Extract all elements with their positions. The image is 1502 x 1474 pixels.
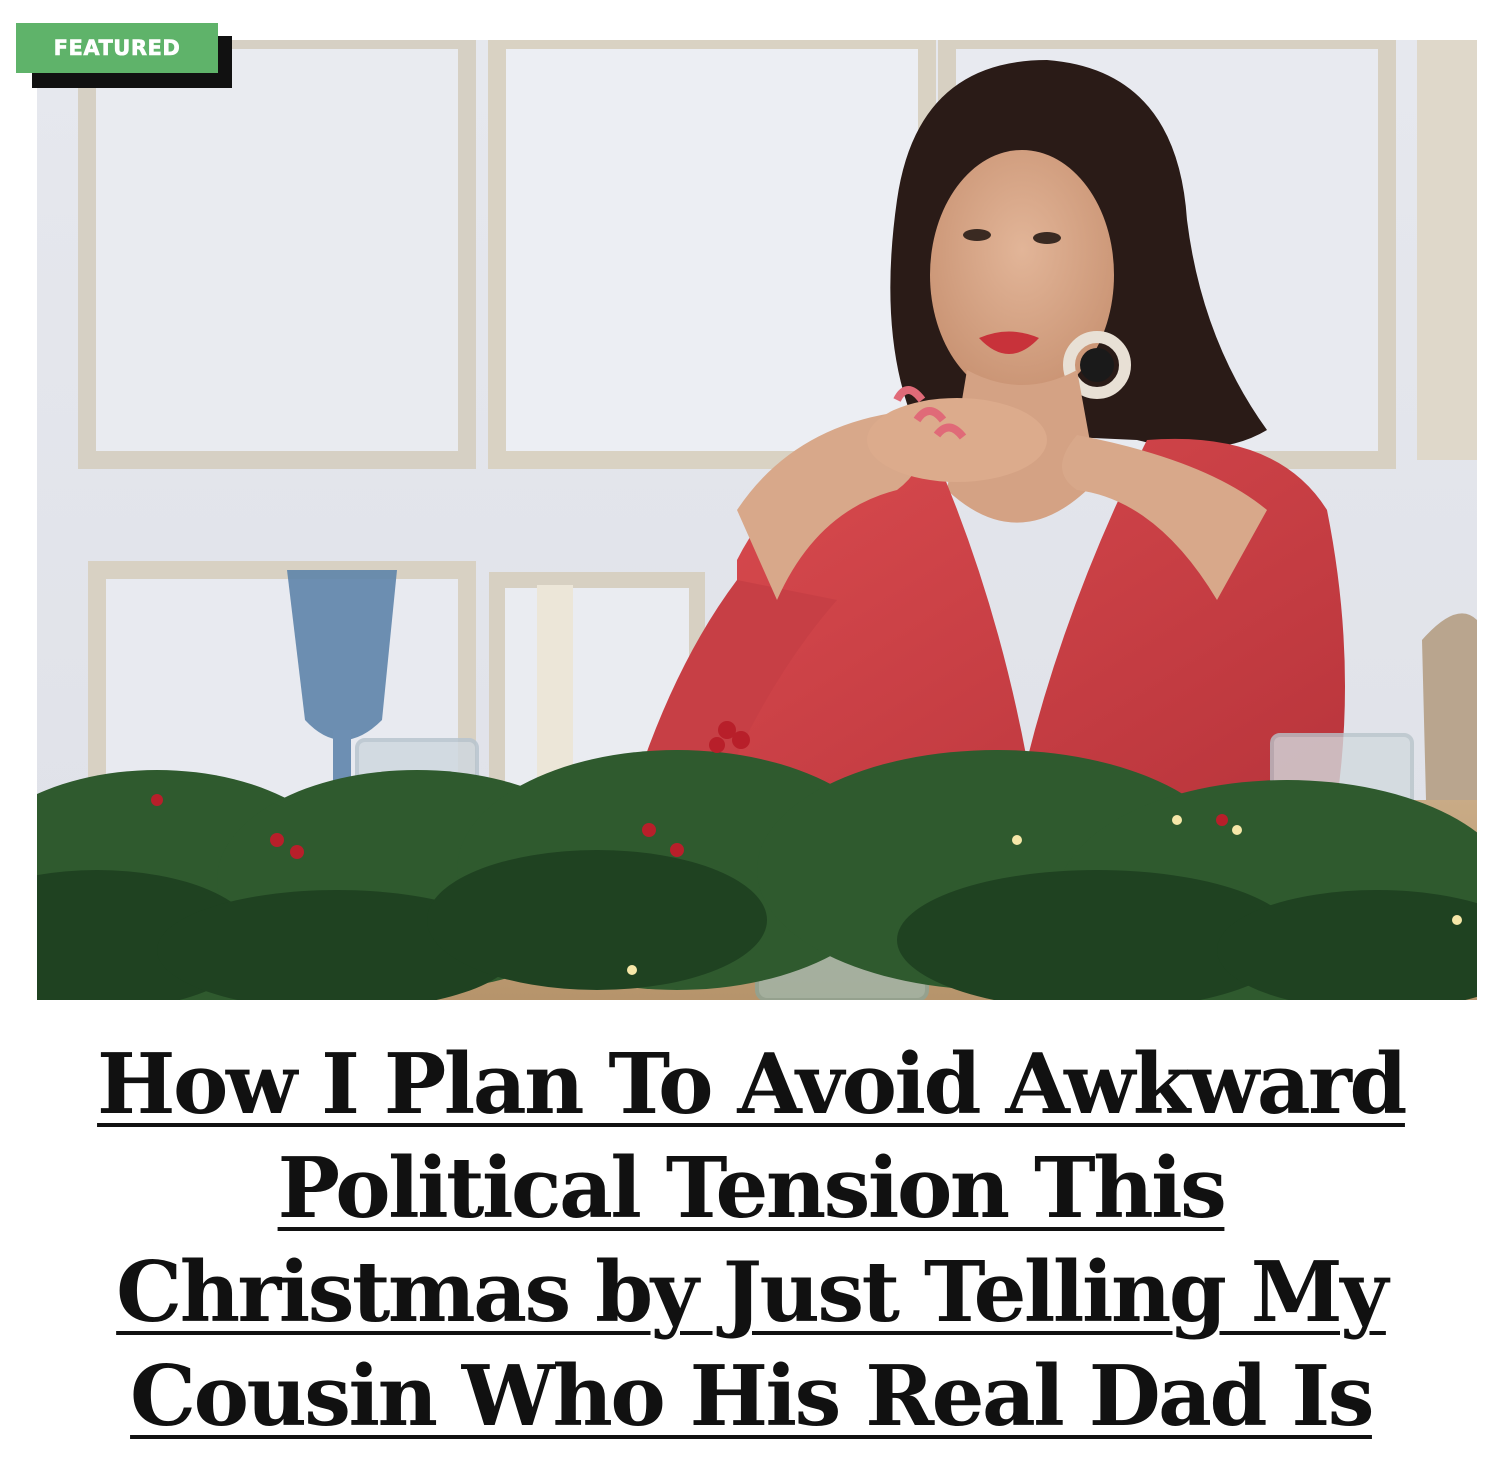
- featured-badge-label: FEATURED: [16, 23, 218, 73]
- article-headline: How I Plan To Avoid Awkward Political Te…: [40, 1032, 1462, 1448]
- featured-article-card[interactable]: FEATURED How I Plan To Avoid Awkward Pol…: [0, 0, 1502, 1474]
- hero-photo: [37, 40, 1477, 1000]
- article-hero-image[interactable]: [37, 40, 1477, 1000]
- article-headline-link[interactable]: How I Plan To Avoid Awkward Political Te…: [97, 1035, 1407, 1445]
- featured-badge: FEATURED: [16, 23, 234, 89]
